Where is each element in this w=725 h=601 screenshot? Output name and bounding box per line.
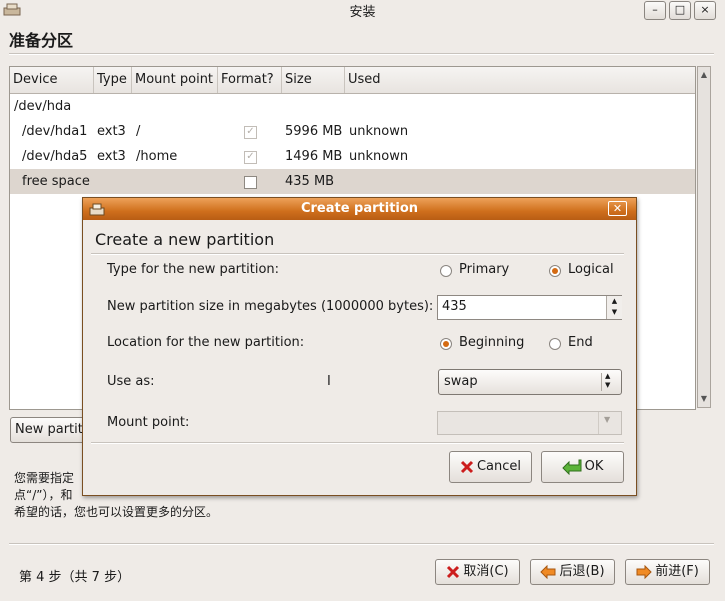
- dialog-cancel-button[interactable]: Cancel: [449, 451, 532, 483]
- cell-used: unknown: [349, 149, 409, 164]
- close-button[interactable]: ×: [694, 1, 716, 20]
- end-radio[interactable]: [549, 338, 561, 350]
- help-text-line: 希望的话，您也可以设置更多的分区。: [14, 505, 219, 519]
- use-as-select[interactable]: swap ▲ ▼: [438, 369, 622, 395]
- minimize-button[interactable]: –: [644, 1, 666, 20]
- location-label: Location for the new partition:: [107, 335, 305, 350]
- spin-up-icon[interactable]: ▲: [607, 296, 622, 307]
- scroll-down-icon[interactable]: ▼: [698, 393, 710, 405]
- column-header-mount-point[interactable]: Mount point: [132, 67, 218, 93]
- window-title: 安装: [349, 5, 376, 20]
- table-row[interactable]: /dev/hda1 ext3 / ✓ 5996 MB unknown: [10, 119, 695, 144]
- beginning-radio-label[interactable]: Beginning: [459, 335, 524, 350]
- dialog-title-bar: Create partition ✕: [83, 198, 636, 220]
- forward-label: 前进(F): [655, 564, 699, 579]
- column-header-used[interactable]: Used: [345, 67, 695, 93]
- cancel-install-label: 取消(C): [463, 564, 509, 579]
- cell-device: /dev/hda1: [22, 124, 88, 139]
- forward-arrow-icon: [636, 564, 652, 579]
- cancel-icon: [460, 460, 474, 473]
- window-title-bar: 安装 – □ ×: [0, 0, 725, 20]
- cancel-install-button[interactable]: 取消(C): [435, 559, 520, 585]
- partition-size-spinner[interactable]: 435 ▲ ▼: [437, 295, 622, 320]
- use-as-value: swap: [444, 374, 478, 389]
- table-row-selected[interactable]: free space 435 MB: [10, 169, 695, 194]
- cell-mount-point: /: [136, 124, 141, 139]
- table-row[interactable]: /dev/hda: [10, 94, 695, 119]
- column-header-size[interactable]: Size: [282, 67, 345, 93]
- cell-device: /dev/hda: [14, 99, 72, 114]
- format-checkbox[interactable]: ✓: [244, 151, 257, 164]
- beginning-radio[interactable]: [440, 338, 452, 350]
- combo-divider: [598, 412, 599, 434]
- logical-radio-label[interactable]: Logical: [568, 262, 614, 277]
- logical-radio[interactable]: [549, 265, 561, 277]
- chevron-down-icon: ▼: [604, 415, 611, 424]
- dialog-heading: Create a new partition: [95, 230, 275, 249]
- format-checkbox[interactable]: ✓: [244, 126, 257, 139]
- back-arrow-icon: [540, 564, 556, 579]
- partition-type-label: Type for the new partition:: [107, 262, 280, 277]
- partition-size-label: New partition size in megabytes (1000000…: [107, 299, 434, 314]
- dialog-ok-button[interactable]: OK: [541, 451, 624, 483]
- spinner-arrows[interactable]: ▲ ▼: [606, 296, 622, 319]
- dialog-close-button[interactable]: ✕: [608, 201, 627, 216]
- maximize-button[interactable]: □: [669, 1, 691, 20]
- footer-separator: [9, 543, 714, 545]
- new-partition-label: New partiti: [15, 422, 87, 437]
- cell-size: 1496 MB: [285, 149, 343, 164]
- step-indicator: 第 4 步（共 7 步）: [19, 570, 131, 585]
- cell-type: ext3: [97, 149, 126, 164]
- new-partition-button[interactable]: New partiti: [10, 417, 90, 443]
- create-partition-dialog: Create partition ✕ Create a new partitio…: [82, 197, 637, 496]
- minimize-icon: –: [652, 3, 658, 16]
- close-icon: ×: [700, 3, 710, 16]
- table-scrollbar[interactable]: ▲ ▼: [697, 66, 711, 408]
- dialog-button-separator: [91, 442, 624, 444]
- forward-button[interactable]: 前进(F): [625, 559, 710, 585]
- dialog-separator: [91, 253, 624, 255]
- back-button[interactable]: 后退(B): [530, 559, 615, 585]
- column-header-format[interactable]: Format?: [218, 67, 282, 93]
- updown-arrow-icon: ▲ ▼: [605, 372, 611, 389]
- table-header: Device Type Mount point Format? Size Use…: [10, 67, 695, 94]
- header-separator: [9, 53, 714, 55]
- cell-device: free space: [22, 174, 90, 189]
- column-header-device[interactable]: Device: [10, 67, 94, 93]
- cell-type: ext3: [97, 124, 126, 139]
- back-label: 后退(B): [559, 564, 605, 579]
- column-header-type[interactable]: Type: [94, 67, 132, 93]
- primary-radio-label[interactable]: Primary: [459, 262, 509, 277]
- dialog-cancel-label: Cancel: [476, 459, 522, 474]
- format-checkbox[interactable]: [244, 176, 257, 189]
- dialog-ok-label: OK: [584, 459, 604, 474]
- partition-size-value[interactable]: 435: [442, 299, 467, 314]
- combo-divider: [601, 373, 602, 391]
- cancel-icon: [447, 565, 460, 578]
- cell-size: 435 MB: [285, 174, 335, 189]
- close-icon: ✕: [612, 202, 623, 215]
- end-radio-label[interactable]: End: [568, 335, 593, 350]
- cell-size: 5996 MB: [285, 124, 343, 139]
- page-title: 准备分区: [9, 31, 74, 50]
- use-as-label: Use as:: [107, 374, 155, 389]
- maximize-icon: □: [674, 3, 686, 16]
- cell-used: unknown: [349, 124, 409, 139]
- primary-radio[interactable]: [440, 265, 452, 277]
- scroll-up-icon[interactable]: ▲: [698, 69, 710, 81]
- mount-point-label: Mount point:: [107, 415, 190, 430]
- dialog-title: Create partition: [300, 201, 419, 216]
- text-cursor-icon: I: [327, 374, 331, 389]
- table-row[interactable]: /dev/hda5 ext3 /home ✓ 1496 MB unknown: [10, 144, 695, 169]
- cell-device: /dev/hda5: [22, 149, 88, 164]
- ok-arrow-icon: [561, 459, 582, 475]
- mount-point-combo[interactable]: ▼: [437, 411, 622, 435]
- spin-down-icon[interactable]: ▼: [607, 307, 622, 318]
- cell-mount-point: /home: [136, 149, 178, 164]
